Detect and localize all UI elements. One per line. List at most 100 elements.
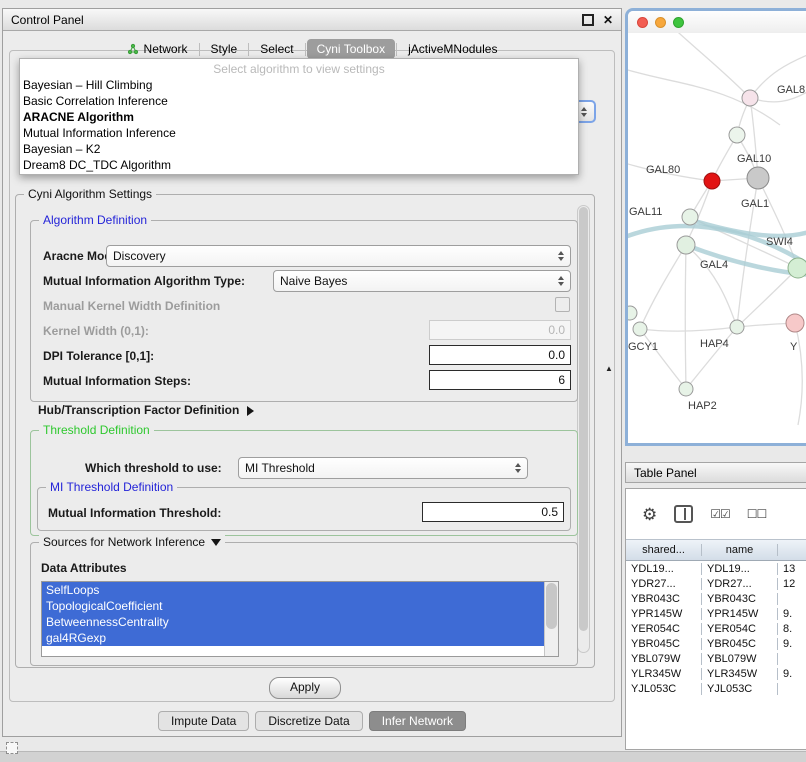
network-canvas[interactable]: GAL8GAL80GAL10GAL11GAL1SWI4GAL4GCY1HAP4Y… [628, 33, 806, 443]
attribute-item-betweennesscentrality[interactable]: BetweennessCentrality [42, 614, 545, 630]
bottom-tab-discretize-data[interactable]: Discretize Data [255, 711, 362, 731]
table-panel: ⚙ ☑☑ ☐☐ shared... name YDL19...YDL19...1… [625, 488, 806, 750]
table-row[interactable]: YDR27...YDR27...12 [626, 576, 806, 591]
table-row[interactable]: YBL079WYBL079W [626, 651, 806, 666]
table-toolbar: ⚙ ☑☑ ☐☐ [626, 489, 806, 539]
aracne-mode-select[interactable]: Discovery [106, 245, 571, 267]
attribute-item-topologicalcoefficient[interactable]: TopologicalCoefficient [42, 598, 545, 614]
sources-legend[interactable]: Sources for Network Inference [39, 535, 225, 549]
hub-section-toggle[interactable]: Hub/Transcription Factor Definition [38, 403, 254, 417]
table-row[interactable]: YBR045CYBR045C9. [626, 636, 806, 651]
algorithm-option-aracne-algorithm[interactable]: ARACNE Algorithm [20, 109, 578, 125]
algorithm-option-mutual-information-inference[interactable]: Mutual Information Inference [20, 125, 578, 141]
node-label-gal10: GAL10 [737, 153, 771, 165]
bottom-tab-bar: Impute Data Discretize Data Infer Network [3, 711, 621, 731]
network-node-pink-right[interactable] [786, 314, 804, 332]
settings-scrollbar-thumb[interactable] [579, 207, 588, 631]
table-row[interactable]: YDL19...YDL19...13 [626, 561, 806, 576]
cell-extra: 9. [778, 668, 806, 680]
algorithm-option-dream8-dc-tdc-algorithm[interactable]: Dream8 DC_TDC Algorithm [20, 157, 578, 173]
cell-shared-name: YBL079W [626, 653, 702, 665]
control-panel-titlebar[interactable]: Control Panel ✕ [3, 9, 621, 31]
network-icon [127, 43, 139, 55]
cell-name: YLR345W [702, 668, 778, 680]
dock-panel-icon[interactable] [6, 742, 18, 754]
network-node-gal1[interactable] [682, 209, 698, 225]
network-node-gal4[interactable] [677, 236, 695, 254]
network-node-left-edge[interactable] [628, 306, 637, 320]
mi-type-select[interactable]: Naive Bayes [273, 270, 571, 292]
network-node-mid[interactable] [730, 320, 744, 334]
mi-threshold-input[interactable] [422, 502, 564, 522]
algorithm-option-bayesian-k2[interactable]: Bayesian – K2 [20, 141, 578, 157]
tab-label: jActiveMNodules [408, 42, 497, 56]
tab-separator [199, 43, 200, 56]
tab-label: Style [211, 42, 238, 56]
mi-steps-input[interactable] [429, 370, 571, 390]
mi-threshold-legend-text: MI Threshold Definition [50, 480, 173, 494]
algorithm-option-bayesian-hill-climbing[interactable]: Bayesian – Hill Climbing [20, 77, 578, 93]
table-row[interactable]: YPR145WYPR145W9. [626, 606, 806, 621]
tab-style[interactable]: Style [201, 39, 248, 59]
network-edge [685, 245, 686, 389]
table-row[interactable]: YJL053CYJL053C [626, 681, 806, 696]
mi-steps-label: Mutual Information Steps: [43, 374, 191, 388]
tab-network[interactable]: Network [117, 39, 198, 59]
dpi-tolerance-input[interactable] [429, 345, 571, 365]
settings-scrollbar[interactable] [577, 205, 590, 653]
network-window-titlebar[interactable] [628, 11, 806, 34]
deselect-all-checkboxes-icon[interactable]: ☐☐ [747, 507, 767, 521]
close-traffic-light-icon[interactable] [637, 17, 648, 28]
aracne-mode-value: Discovery [113, 249, 166, 263]
tab-label: Select [260, 42, 293, 56]
tab-cyni-toolbox[interactable]: Cyni Toolbox [307, 39, 395, 59]
node-label-gcy1: GCY1 [628, 341, 658, 353]
network-node-right-green[interactable] [788, 258, 806, 278]
network-node-red[interactable] [704, 173, 720, 189]
cell-shared-name: YJL053C [626, 683, 702, 695]
apply-button[interactable]: Apply [269, 677, 341, 699]
network-node-hap2[interactable] [679, 382, 693, 396]
zoom-traffic-light-icon[interactable] [673, 17, 684, 28]
network-node-pink-top[interactable] [742, 90, 758, 106]
mi-type-label: Mutual Information Algorithm Type: [43, 274, 245, 288]
tab-jactivemnodules[interactable]: jActiveMNodules [398, 39, 507, 59]
close-icon[interactable]: ✕ [603, 13, 613, 27]
algorithm-option-basic-correlation-inference[interactable]: Basic Correlation Inference [20, 93, 578, 109]
columns-icon[interactable] [674, 505, 693, 523]
network-node-gal10[interactable] [747, 167, 769, 189]
list-scrollbar-thumb[interactable] [546, 583, 557, 629]
tab-select[interactable]: Select [250, 39, 303, 59]
split-handle-icon[interactable]: ▲ [605, 364, 613, 373]
kernel-width-input[interactable] [429, 320, 571, 340]
cell-extra: 12 [778, 578, 806, 590]
node-label-gal80: GAL80 [646, 164, 680, 176]
minimize-traffic-light-icon[interactable] [655, 17, 666, 28]
select-all-checkboxes-icon[interactable]: ☑☑ [710, 507, 730, 521]
float-window-icon[interactable] [582, 14, 594, 26]
column-header-name[interactable]: name [702, 544, 778, 556]
algorithm-dropdown-placeholder: Select algorithm to view settings [20, 61, 578, 77]
threshold-definition-legend: Threshold Definition [39, 423, 154, 437]
table-panel-titlebar[interactable]: Table Panel [625, 462, 806, 483]
tab-label: Network [144, 42, 188, 56]
table-row[interactable]: YER054CYER054C8. [626, 621, 806, 636]
network-node-gcy1[interactable] [633, 322, 647, 336]
mi-threshold-group: MI Threshold Definition Mutual Informati… [37, 487, 571, 531]
gear-icon[interactable]: ⚙ [642, 506, 657, 523]
attribute-item-selfloops[interactable]: SelfLoops [42, 582, 545, 598]
manual-kernel-checkbox[interactable] [555, 297, 570, 312]
bottom-tab-impute-data[interactable]: Impute Data [158, 711, 249, 731]
which-threshold-select[interactable]: MI Threshold [238, 457, 528, 479]
column-header-shared-name[interactable]: shared... [626, 544, 702, 556]
data-attributes-list[interactable]: SelfLoopsTopologicalCoefficientBetweenne… [41, 581, 559, 657]
data-attributes-list-items: SelfLoopsTopologicalCoefficientBetweenne… [42, 582, 545, 646]
chevron-right-icon [247, 406, 254, 416]
table-row[interactable]: YBR043CYBR043C [626, 591, 806, 606]
tab-separator [305, 43, 306, 56]
table-row[interactable]: YLR345WYLR345W9. [626, 666, 806, 681]
list-scrollbar[interactable] [544, 582, 558, 656]
bottom-tab-infer-network[interactable]: Infer Network [369, 711, 466, 731]
attribute-item-gal4rgexp[interactable]: gal4RGexp [42, 630, 545, 646]
network-node-green-top[interactable] [729, 127, 745, 143]
